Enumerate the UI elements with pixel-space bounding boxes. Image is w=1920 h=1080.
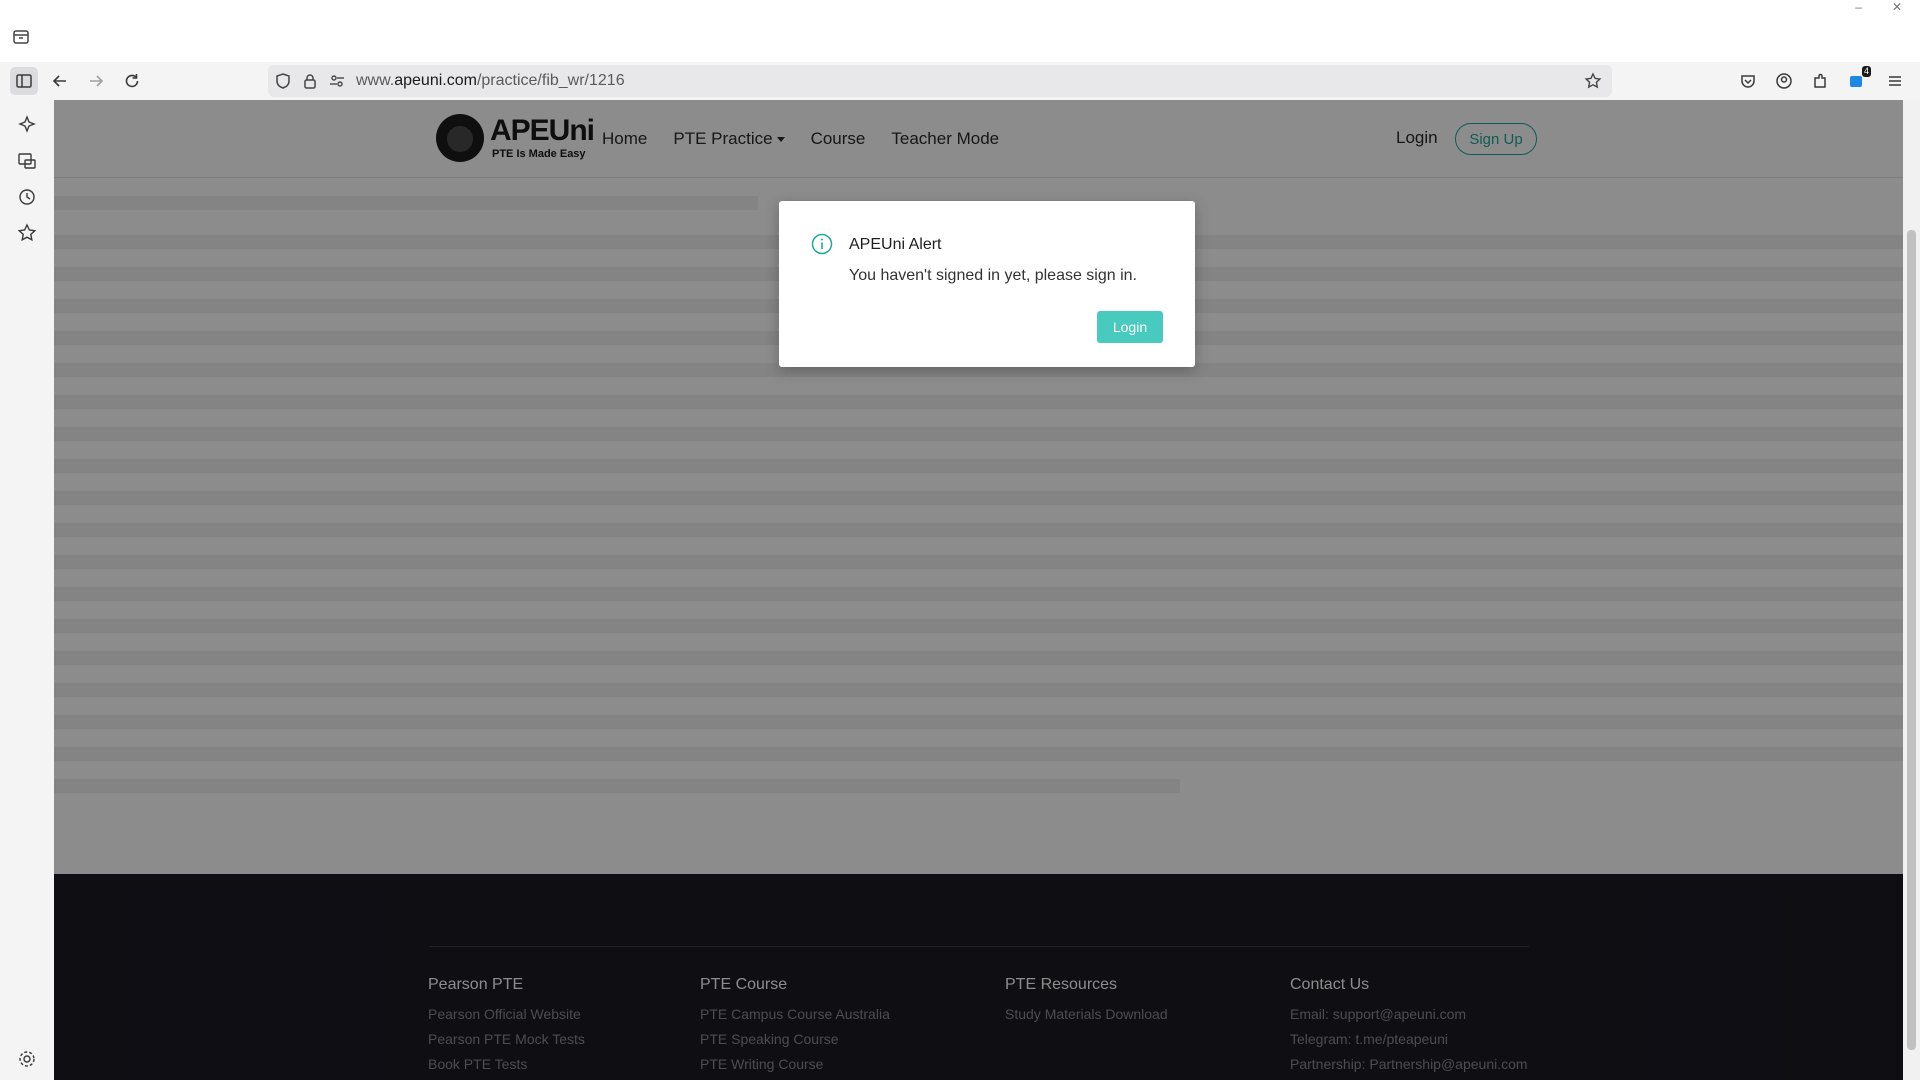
minimize-icon[interactable]: – [1855, 0, 1862, 14]
account-icon[interactable] [1773, 70, 1795, 92]
dialog-login-button[interactable]: Login [1097, 311, 1163, 343]
forward-icon[interactable] [85, 70, 107, 92]
extensions-icon[interactable] [1809, 70, 1831, 92]
settings-gear-icon[interactable] [16, 1048, 38, 1070]
shield-icon[interactable] [274, 72, 292, 90]
reload-icon[interactable] [121, 70, 143, 92]
info-icon [811, 233, 833, 255]
alert-dialog: APEUni Alert You haven't signed in yet, … [779, 201, 1195, 367]
extension-count-badge: 4 [1861, 66, 1871, 77]
url-domain: apeuni.com [394, 72, 477, 89]
lock-icon[interactable] [301, 72, 319, 90]
sidebar-toggle-icon[interactable] [10, 67, 38, 95]
pocket-icon[interactable] [1737, 70, 1759, 92]
extension-badge-icon[interactable]: 4 [1845, 66, 1871, 92]
bookmarks-icon[interactable] [16, 222, 38, 244]
browser-toolbar: www.apeuni.com/practice/fib_wr/1216 4 [0, 62, 1920, 100]
url-path: /practice/fib_wr/1216 [476, 72, 625, 89]
bookmark-star-icon[interactable] [1584, 72, 1602, 90]
page-scrollbar[interactable] [1903, 100, 1920, 1080]
url-text[interactable]: www.apeuni.com/practice/fib_wr/1216 [356, 72, 625, 90]
synced-tabs-icon[interactable] [16, 150, 38, 172]
history-icon[interactable] [16, 186, 38, 208]
back-icon[interactable] [49, 70, 71, 92]
dialog-title: APEUni Alert [849, 236, 942, 253]
permissions-icon[interactable] [328, 72, 346, 90]
address-bar[interactable]: www.apeuni.com/practice/fib_wr/1216 [268, 65, 1612, 97]
menu-icon[interactable] [1884, 70, 1906, 92]
ai-chat-icon[interactable] [16, 114, 38, 136]
scrollbar-thumb[interactable] [1907, 230, 1916, 1050]
tab-overview-icon[interactable] [12, 28, 30, 46]
dialog-message: You haven't signed in yet, please sign i… [849, 267, 1137, 284]
window-titlebar: – ✕ [0, 0, 1920, 62]
url-prefix: www. [356, 72, 395, 89]
close-icon[interactable]: ✕ [1892, 0, 1902, 14]
browser-sidebar [0, 100, 54, 1080]
window-controls: – ✕ [1855, 0, 1902, 14]
